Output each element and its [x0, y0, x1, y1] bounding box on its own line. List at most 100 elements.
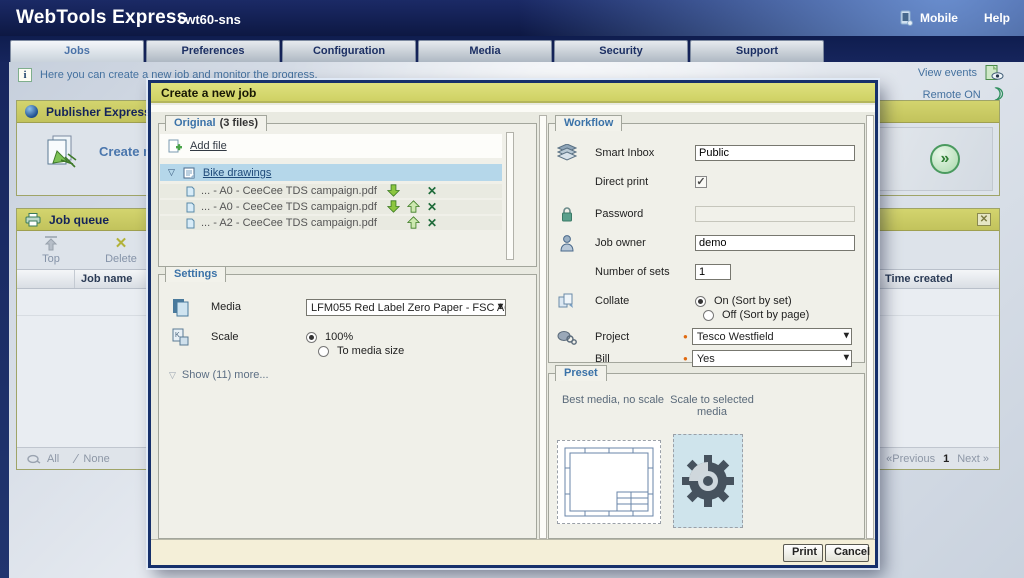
current-page[interactable]: 1	[943, 453, 949, 465]
file-list-scrollbar[interactable]	[506, 132, 514, 260]
pdf-file-icon	[186, 186, 195, 197]
required-dot-icon: ●	[683, 354, 688, 363]
left-column-scrollbar[interactable]	[539, 115, 547, 539]
pagination: «Previous 1 Next »	[886, 453, 989, 465]
file-name: ... - A2 - CeeCee TDS campaign.pdf	[201, 217, 377, 229]
create-job-dialog: Create a new job Original(3 files) Add f…	[148, 80, 878, 568]
smart-inbox-input[interactable]	[695, 145, 855, 161]
move-up-icon[interactable]	[407, 216, 420, 229]
direct-print-label: Direct print	[595, 176, 695, 188]
chevron-down-icon: ▾	[844, 352, 849, 363]
scale-label: Scale	[211, 331, 306, 343]
tree-expander-icon[interactable]: ▽	[168, 167, 175, 178]
password-label: Password	[595, 208, 695, 220]
file-row-1[interactable]: ... - A0 - CeeCee TDS campaign.pdf	[160, 184, 502, 198]
print-button[interactable]: Print	[783, 544, 823, 562]
document-group-icon	[183, 167, 195, 179]
original-panel: Original(3 files) Add file ▽ Bike drawin…	[158, 123, 537, 267]
remove-file-icon[interactable]: ✕	[427, 185, 437, 197]
collate-off-label: Off (Sort by page)	[722, 309, 809, 321]
select-all-button[interactable]: All	[27, 453, 59, 465]
project-icon	[557, 329, 577, 345]
tab-configuration[interactable]: Configuration	[282, 40, 416, 62]
show-more-link[interactable]: ▽ Show (11) more...	[169, 369, 269, 381]
preset-option-1-label: Best media, no scale	[555, 394, 671, 406]
collate-icon	[557, 292, 577, 310]
next-page-button[interactable]: Next »	[957, 453, 989, 465]
preset-best-media-thumbnail[interactable]	[557, 440, 661, 524]
move-top-icon	[25, 235, 77, 253]
scale-to-media-radio[interactable]	[318, 346, 329, 357]
dialog-title: Create a new job	[151, 83, 875, 103]
right-column-scrollbar[interactable]	[866, 115, 874, 539]
collate-on-label: On (Sort by set)	[714, 295, 792, 307]
workflow-tab[interactable]: Workflow	[555, 115, 622, 131]
file-row-2[interactable]: ... - A0 - CeeCee TDS campaign.pdf	[160, 200, 502, 214]
smart-inbox-icon	[557, 144, 577, 161]
move-down-icon[interactable]	[387, 200, 400, 213]
file-name: ... - A0 - CeeCee TDS campaign.pdf	[201, 185, 377, 197]
project-select[interactable]: Tesco Westfield ▾	[692, 328, 852, 345]
tab-preferences[interactable]: Preferences	[146, 40, 280, 62]
collate-off-radio[interactable]	[703, 310, 714, 321]
password-input[interactable]	[695, 206, 855, 222]
preset-tab[interactable]: Preset	[555, 365, 607, 381]
lasso-icon	[27, 454, 41, 464]
select-none-button[interactable]: ∕ None	[75, 451, 109, 466]
time-created-column-header[interactable]: Time created	[879, 270, 999, 288]
previous-page-button[interactable]: «Previous	[886, 453, 935, 465]
preset-panel: Preset Best media, no scale Scale to sel…	[548, 373, 865, 539]
scale-to-media-label: To media size	[337, 345, 404, 357]
scale-100-radio[interactable]	[306, 332, 317, 343]
main-tabbar: Jobs Preferences Configuration Media Sec…	[0, 36, 1024, 62]
settings-tab[interactable]: Settings	[165, 266, 226, 282]
webtools-express-screen: { "header": { "brand": "WebTools Express…	[0, 0, 1024, 578]
job-owner-input[interactable]	[695, 235, 855, 251]
create-job-icon	[43, 133, 77, 169]
go-arrow-button[interactable]: »	[930, 144, 960, 174]
select-column-header	[17, 270, 75, 288]
close-icon[interactable]: ✕	[977, 213, 991, 226]
svg-text:K: K	[175, 332, 180, 339]
app-title: WebTools Express	[16, 7, 187, 29]
scale-100-label: 100%	[325, 331, 353, 343]
view-events-icon	[985, 65, 1004, 81]
cancel-button[interactable]: Cancel	[825, 544, 869, 562]
add-file-icon	[168, 139, 182, 153]
preset-scale-to-media-thumbnail[interactable]	[673, 434, 743, 528]
delete-button[interactable]: ✕ Delete	[95, 235, 147, 265]
file-group-name[interactable]: Bike drawings	[203, 167, 271, 179]
move-down-icon[interactable]	[387, 184, 400, 197]
preset-option-2-label: Scale to selected media	[669, 394, 755, 418]
mobile-link[interactable]: Mobile	[898, 10, 958, 26]
collate-on-radio[interactable]	[695, 296, 706, 307]
tab-security[interactable]: Security	[554, 40, 688, 62]
tab-support[interactable]: Support	[690, 40, 824, 62]
required-dot-icon: ●	[683, 332, 688, 341]
show-more-expander-icon: ▽	[169, 370, 176, 381]
tab-jobs[interactable]: Jobs	[10, 40, 144, 62]
dialog-footer: Print Cancel	[151, 539, 875, 565]
move-up-icon[interactable]	[407, 200, 420, 213]
original-tab[interactable]: Original(3 files)	[165, 115, 267, 131]
pdf-file-icon	[186, 218, 195, 229]
add-file-link[interactable]: Add file	[190, 140, 227, 152]
chevron-down-icon: ▾	[844, 330, 849, 341]
job-queue-title: Job queue	[49, 213, 109, 227]
tab-media[interactable]: Media	[418, 40, 552, 62]
remove-file-icon[interactable]: ✕	[427, 217, 437, 229]
remove-file-icon[interactable]: ✕	[427, 201, 437, 213]
file-group-row[interactable]: ▽ Bike drawings	[160, 164, 502, 181]
help-link[interactable]: Help	[984, 11, 1010, 25]
info-icon: i	[18, 68, 32, 82]
file-count: (3 files)	[220, 117, 259, 129]
direct-print-checkbox[interactable]: ✓	[695, 176, 707, 188]
bill-select[interactable]: Yes ▾	[692, 350, 852, 367]
file-row-3[interactable]: ... - A2 - CeeCee TDS campaign.pdf	[160, 216, 502, 230]
number-of-sets-input[interactable]	[695, 264, 731, 280]
project-label: Project	[595, 331, 683, 343]
top-button[interactable]: Top	[25, 235, 77, 265]
bill-label: Bill	[595, 353, 683, 365]
slash-icon: ∕	[75, 451, 77, 466]
media-select[interactable]: LFM055 Red Label Zero Paper - FSC A0 (84…	[306, 299, 506, 316]
